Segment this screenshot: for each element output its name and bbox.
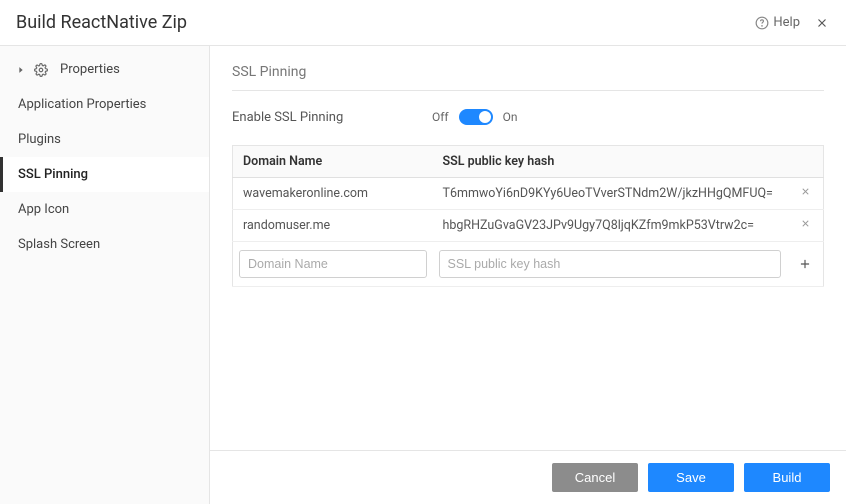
build-button[interactable]: Build — [744, 463, 830, 492]
sidebar-item-label: Application Properties — [18, 97, 146, 112]
dialog-title: Build ReactNative Zip — [16, 12, 755, 33]
cancel-button[interactable]: Cancel — [552, 463, 638, 492]
hash-input[interactable] — [439, 250, 782, 278]
gear-icon — [34, 63, 48, 77]
table-header-row: Domain Name SSL public key hash — [233, 146, 824, 178]
cell-domain: wavemakeronline.com — [233, 178, 433, 210]
cell-hash: hbgRHZuGvaGV23JPv9Ugy7Q8ljqKZfm9mkP53Vtr… — [433, 210, 788, 242]
col-hash: SSL public key hash — [433, 146, 788, 178]
sidebar-item-app-icon[interactable]: App Icon — [0, 192, 209, 227]
cell-hash: T6mmwoYi6nD9KYy6UeoTVverSTNdm2W/jkzHHgQM… — [433, 178, 788, 210]
sidebar-item-label: Splash Screen — [18, 237, 100, 252]
enable-ssl-row: Enable SSL Pinning Off On — [232, 109, 824, 125]
save-button[interactable]: Save — [648, 463, 734, 492]
cell-domain: randomuser.me — [233, 210, 433, 242]
enable-ssl-toggle[interactable] — [459, 109, 493, 125]
toggle-group: Off On — [432, 109, 518, 125]
toggle-off-label: Off — [432, 110, 449, 124]
ssl-pinning-table: Domain Name SSL public key hash wavemake… — [232, 145, 824, 287]
sidebar-item-plugins[interactable]: Plugins — [0, 122, 209, 157]
sidebar-item-application-properties[interactable]: Application Properties — [0, 87, 209, 122]
sidebar-item-label: SSL Pinning — [18, 167, 88, 182]
add-row-button[interactable] — [793, 252, 817, 276]
table-row: wavemakeronline.com T6mmwoYi6nD9KYy6UeoT… — [233, 178, 824, 210]
table-new-row — [233, 242, 824, 287]
sidebar: Properties Application Properties Plugin… — [0, 46, 210, 504]
main-panel: SSL Pinning Enable SSL Pinning Off On Do… — [210, 46, 846, 504]
sidebar-group-label: Properties — [60, 62, 120, 77]
close-icon — [815, 16, 829, 30]
main-scroll: SSL Pinning Enable SSL Pinning Off On Do… — [210, 46, 846, 450]
col-action — [787, 146, 824, 178]
chevron-right-icon — [16, 65, 26, 75]
sidebar-item-ssl-pinning[interactable]: SSL Pinning — [0, 157, 209, 192]
col-domain: Domain Name — [233, 146, 433, 178]
plus-icon — [798, 257, 812, 271]
close-button[interactable] — [814, 15, 830, 31]
delete-row-button[interactable] — [800, 218, 811, 233]
help-link[interactable]: Help — [755, 15, 800, 30]
sidebar-item-label: Plugins — [18, 132, 61, 147]
table-row: randomuser.me hbgRHZuGvaGV23JPv9Ugy7Q8lj… — [233, 210, 824, 242]
sidebar-item-label: App Icon — [18, 202, 69, 217]
dialog-footer: Cancel Save Build — [210, 450, 846, 504]
help-icon — [755, 16, 769, 30]
close-icon — [800, 186, 811, 197]
help-label: Help — [773, 15, 800, 30]
toggle-on-label: On — [503, 110, 518, 124]
dialog-body: Properties Application Properties Plugin… — [0, 46, 846, 504]
sidebar-item-splash-screen[interactable]: Splash Screen — [0, 227, 209, 262]
delete-row-button[interactable] — [800, 186, 811, 201]
section-title: SSL Pinning — [232, 64, 824, 91]
enable-ssl-label: Enable SSL Pinning — [232, 110, 432, 125]
dialog-header: Build ReactNative Zip Help — [0, 0, 846, 46]
domain-input[interactable] — [239, 250, 427, 278]
sidebar-group-properties[interactable]: Properties — [0, 52, 209, 87]
close-icon — [800, 218, 811, 229]
